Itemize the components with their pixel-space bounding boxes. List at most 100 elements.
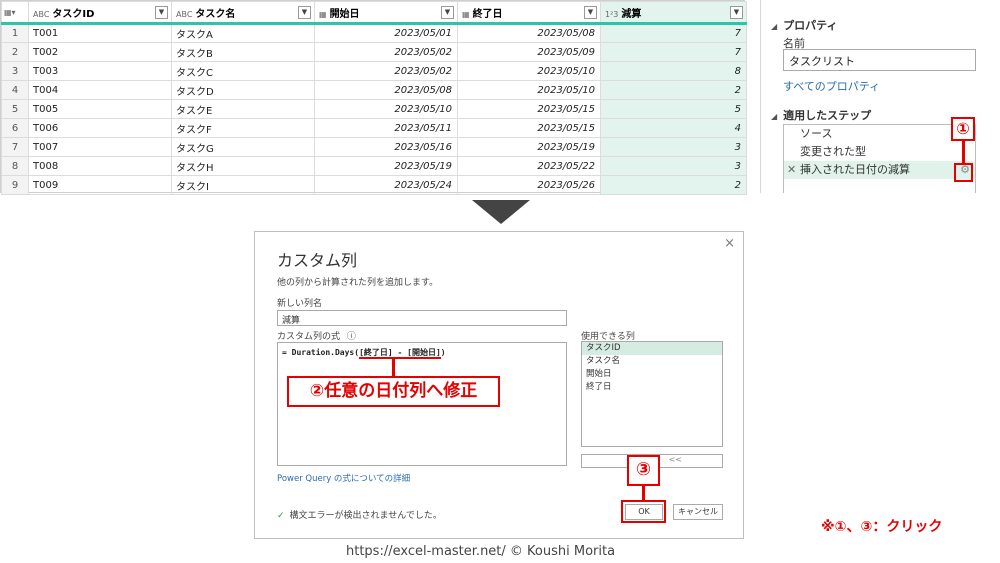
- table-cell[interactable]: 3: [600, 137, 747, 157]
- formula-label: カスタム列の式 ⓘ: [277, 329, 356, 342]
- available-col-task-name[interactable]: タスク名: [582, 355, 722, 368]
- filter-dropdown-icon[interactable]: ▼: [730, 6, 743, 19]
- table-cell[interactable]: 4: [600, 118, 747, 138]
- table-cell[interactable]: タスクH: [171, 156, 315, 176]
- table-cell[interactable]: 2023/05/16: [314, 137, 458, 157]
- table-cell[interactable]: タスクD: [171, 80, 315, 100]
- step-changed-type[interactable]: 変更された型: [784, 143, 975, 161]
- table-row[interactable]: 9 T009 タスクI 2023/05/24 2023/05/26 2: [1, 175, 747, 195]
- table-cell[interactable]: 2023/05/19: [314, 156, 458, 176]
- table-cell[interactable]: タスクA: [171, 23, 315, 43]
- table-cell[interactable]: 2023/05/19: [457, 137, 601, 157]
- applied-steps-title[interactable]: ◢ 適用したステップ: [771, 107, 871, 123]
- table-row[interactable]: 6 T006 タスクF 2023/05/11 2023/05/15 4: [1, 118, 747, 138]
- filter-dropdown-icon[interactable]: ▼: [155, 6, 168, 19]
- row-number: 6: [1, 118, 29, 138]
- table-cell[interactable]: T003: [28, 61, 172, 81]
- table-cell[interactable]: 2023/05/22: [457, 156, 601, 176]
- all-properties-link[interactable]: すべてのプロパティ: [783, 78, 880, 94]
- table-cell[interactable]: T006: [28, 118, 172, 138]
- table-cell[interactable]: 2023/05/02: [314, 42, 458, 62]
- filter-dropdown-icon[interactable]: ▼: [584, 6, 597, 19]
- info-icon[interactable]: ⓘ: [347, 332, 356, 342]
- table-cell[interactable]: 2: [600, 80, 747, 100]
- table-cell[interactable]: 2023/05/08: [314, 80, 458, 100]
- table-cell[interactable]: 2: [600, 175, 747, 195]
- table-cell[interactable]: 5: [600, 99, 747, 119]
- col-header-task-name[interactable]: ABC タスク名 ▼: [171, 1, 315, 25]
- col-header-end-date[interactable]: ▦ 終了日 ▼: [457, 1, 601, 25]
- new-column-name-input[interactable]: 減算: [277, 310, 567, 326]
- row-number: 7: [1, 137, 29, 157]
- table-cell[interactable]: 7: [600, 23, 747, 43]
- table-cell[interactable]: タスクE: [171, 99, 315, 119]
- table-cell[interactable]: 2023/05/10: [457, 61, 601, 81]
- table-cell[interactable]: 2023/05/08: [457, 23, 601, 43]
- table-row[interactable]: 4 T004 タスクD 2023/05/08 2023/05/10 2: [1, 80, 747, 100]
- step-inserted-date-subtraction[interactable]: ✕ 挿入された日付の減算 ⚙: [784, 161, 975, 179]
- table-cell[interactable]: T009: [28, 175, 172, 195]
- row-number: 1: [1, 23, 29, 43]
- table-cell[interactable]: T001: [28, 23, 172, 43]
- table-cell[interactable]: 2023/05/26: [457, 175, 601, 195]
- table-cell[interactable]: 2023/05/10: [314, 99, 458, 119]
- close-icon[interactable]: ×: [724, 236, 735, 251]
- table-cell[interactable]: タスクF: [171, 118, 315, 138]
- table-cell[interactable]: T005: [28, 99, 172, 119]
- step-label: 変更された型: [800, 145, 866, 158]
- table-cell[interactable]: 2023/05/02: [314, 61, 458, 81]
- table-cell[interactable]: T002: [28, 42, 172, 62]
- table-cell[interactable]: T007: [28, 137, 172, 157]
- table-row[interactable]: 8 T008 タスクH 2023/05/19 2023/05/22 3: [1, 156, 747, 176]
- step-source[interactable]: ソース: [784, 125, 975, 143]
- table-cell[interactable]: 2023/05/09: [457, 42, 601, 62]
- filter-dropdown-icon[interactable]: ▼: [441, 6, 454, 19]
- table-cell[interactable]: 3: [600, 156, 747, 176]
- number-type-icon[interactable]: 1²3: [605, 10, 618, 19]
- step2-callout: ②任意の日付列へ修正: [287, 376, 500, 407]
- table-cell[interactable]: T008: [28, 156, 172, 176]
- table-cell[interactable]: 2023/05/15: [457, 99, 601, 119]
- table-row[interactable]: 7 T007 タスクG 2023/05/16 2023/05/19 3: [1, 137, 747, 157]
- text-type-icon[interactable]: ABC: [176, 10, 192, 19]
- cancel-button[interactable]: キャンセル: [673, 504, 723, 520]
- col-header-start-date[interactable]: ▦ 開始日 ▼: [314, 1, 458, 25]
- table-cell[interactable]: タスクG: [171, 137, 315, 157]
- date-type-icon[interactable]: ▦: [462, 10, 470, 19]
- checkmark-icon: ✓: [277, 511, 285, 521]
- power-query-help-link[interactable]: Power Query の式についての詳細: [277, 472, 410, 484]
- down-arrow-icon: [472, 200, 530, 224]
- dialog-subtitle: 他の列から計算された列を追加します。: [277, 278, 439, 288]
- table-row[interactable]: 2 T002 タスクB 2023/05/02 2023/05/09 7: [1, 42, 747, 62]
- collapse-triangle-icon[interactable]: ◢: [771, 112, 777, 121]
- table-cell[interactable]: 2023/05/24: [314, 175, 458, 195]
- table-cell[interactable]: タスクC: [171, 61, 315, 81]
- table-cell[interactable]: 2023/05/10: [457, 80, 601, 100]
- col-header-task-id[interactable]: ABC タスクID ▼: [28, 1, 172, 25]
- col-header-label: 減算: [621, 8, 642, 20]
- query-name-input[interactable]: タスクリスト: [783, 49, 976, 71]
- table-menu-corner[interactable]: ▦▾: [1, 1, 29, 25]
- row-number: 4: [1, 80, 29, 100]
- table-cell[interactable]: 7: [600, 42, 747, 62]
- table-cell[interactable]: タスクI: [171, 175, 315, 195]
- date-type-icon[interactable]: ▦: [319, 10, 327, 19]
- table-row[interactable]: 5 T005 タスクE 2023/05/10 2023/05/15 5: [1, 99, 747, 119]
- available-col-end-date[interactable]: 終了日: [582, 381, 722, 394]
- table-row[interactable]: 3 T003 タスクC 2023/05/02 2023/05/10 8: [1, 61, 747, 81]
- collapse-triangle-icon[interactable]: ◢: [771, 22, 777, 31]
- properties-section-title[interactable]: ◢ プロパティ: [771, 17, 838, 33]
- filter-dropdown-icon[interactable]: ▼: [298, 6, 311, 19]
- table-cell[interactable]: タスクB: [171, 42, 315, 62]
- available-col-task-id[interactable]: タスクID: [582, 342, 722, 355]
- table-cell[interactable]: 8: [600, 61, 747, 81]
- table-cell[interactable]: 2023/05/01: [314, 23, 458, 43]
- delete-step-icon[interactable]: ✕: [787, 161, 796, 179]
- table-cell[interactable]: T004: [28, 80, 172, 100]
- table-row[interactable]: 1 T001 タスクA 2023/05/01 2023/05/08 7: [1, 23, 747, 43]
- table-cell[interactable]: 2023/05/15: [457, 118, 601, 138]
- table-cell[interactable]: 2023/05/11: [314, 118, 458, 138]
- text-type-icon[interactable]: ABC: [33, 10, 49, 19]
- available-col-start-date[interactable]: 開始日: [582, 368, 722, 381]
- col-header-subtraction[interactable]: 1²3 減算 ▼: [600, 1, 747, 25]
